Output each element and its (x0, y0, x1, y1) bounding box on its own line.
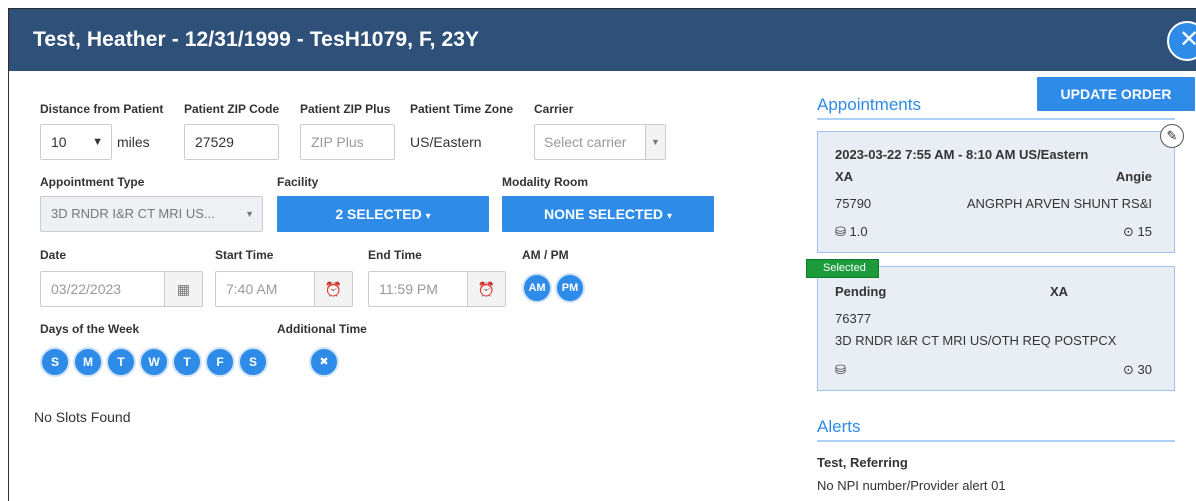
appointment-duration: ⊙ 30 (1123, 362, 1152, 378)
zip-label: Patient ZIP Code (184, 102, 280, 116)
distance-select[interactable]: 10 ▼ (40, 124, 112, 160)
distance-value: 10 (51, 134, 67, 150)
cubes-icon: ⛁ (835, 224, 846, 239)
facility-button-label: 2 SELECTED (335, 206, 422, 222)
start-time-input[interactable]: 7:40 AM ⏰ (215, 271, 353, 307)
appointment-modality: XA (1050, 284, 1069, 299)
end-time-input[interactable]: 11:59 PM ⏰ (368, 271, 506, 307)
no-slots-message: No Slots Found (34, 409, 131, 425)
appointment-type-select[interactable]: 3D RNDR I&R CT MRI US... ▼ (40, 196, 263, 232)
additional-time-clear-icon[interactable]: ✖ (309, 347, 339, 377)
appointment-type-label: Appointment Type (40, 175, 145, 189)
day-toggle-monday[interactable]: M (73, 347, 103, 377)
clock-icon: ⊙ (1123, 224, 1134, 239)
chevron-down-icon: ▼ (92, 136, 103, 148)
distance-unit: miles (117, 134, 150, 150)
caret-down-icon: ▾ (666, 211, 672, 222)
appointments-heading: Appointments (817, 95, 921, 114)
time-zone-value: US/Eastern (410, 134, 482, 150)
carrier-dropdown-icon: ▼ (645, 125, 665, 159)
modal-header: Test, Heather - 12/31/1999 - TesH1079, F… (9, 9, 1196, 71)
day-toggle-tuesday[interactable]: T (106, 347, 136, 377)
facility-multiselect-button[interactable]: 2 SELECTED ▾ (277, 196, 489, 232)
cubes-icon: ⛁ (835, 362, 846, 377)
appointment-provider: Angie (1115, 169, 1152, 184)
appointment-code: 75790 (835, 196, 872, 211)
day-toggle-wednesday[interactable]: W (139, 347, 169, 377)
alert-message: No NPI number/Provider alert 01 (817, 478, 1006, 493)
calendar-icon[interactable]: ▦ (164, 272, 202, 306)
modal-window: Test, Heather - 12/31/1999 - TesH1079, F… (8, 8, 1196, 501)
caret-down-icon: ▾ (425, 211, 431, 222)
distance-label: Distance from Patient (40, 102, 164, 116)
appointment-weight: ⛁ 1.0 (835, 224, 868, 240)
modality-room-multiselect-button[interactable]: NONE SELECTED ▾ (502, 196, 714, 232)
carrier-label: Carrier (534, 102, 574, 116)
zip-plus-input[interactable]: ZIP Plus (300, 124, 395, 160)
appointment-duration: ⊙ 15 (1123, 224, 1152, 240)
alarm-clock-icon[interactable]: ⏰ (314, 272, 352, 306)
appointment-code: 76377 (835, 311, 872, 326)
selected-badge: Selected (806, 259, 879, 278)
day-toggle-thursday[interactable]: T (172, 347, 202, 377)
modality-room-button-label: NONE SELECTED (544, 206, 664, 222)
zip-input[interactable]: 27529 (184, 124, 279, 160)
am-toggle[interactable]: AM (522, 273, 552, 303)
date-label: Date (40, 248, 67, 262)
facility-label: Facility (277, 175, 319, 189)
appointment-datetime: 2023-03-22 7:55 AM - 8:10 AM US/Eastern (835, 147, 1089, 162)
additional-time-label: Additional Time (277, 322, 367, 336)
pencil-icon[interactable]: ✎ (1160, 124, 1184, 148)
day-toggle-sunday[interactable]: S (40, 347, 70, 377)
zip-plus-label: Patient ZIP Plus (300, 102, 391, 116)
duration-value: 15 (1137, 224, 1152, 239)
alerts-divider (817, 440, 1175, 442)
time-zone-label: Patient Time Zone (410, 102, 514, 116)
weight-value: 1.0 (849, 224, 868, 239)
close-icon[interactable]: ✕ (1167, 21, 1196, 61)
carrier-placeholder: Select carrier (544, 134, 627, 150)
alerts-heading: Alerts (817, 417, 861, 436)
end-time-label: End Time (368, 248, 422, 262)
appointment-status: Pending (835, 284, 887, 299)
carrier-select[interactable]: Select carrier ▼ (534, 124, 666, 160)
start-time-label: Start Time (215, 248, 274, 262)
day-toggle-friday[interactable]: F (205, 347, 235, 377)
duration-value: 30 (1137, 362, 1152, 377)
appointment-modality: XA (835, 169, 854, 184)
clock-icon: ⊙ (1123, 362, 1134, 377)
modality-room-label: Modality Room (502, 175, 588, 189)
appointment-type-value: 3D RNDR I&R CT MRI US... (51, 206, 215, 221)
appointment-card[interactable]: Pending XA 76377 3D RNDR I&R CT MRI US/O… (817, 266, 1175, 391)
alert-name: Test, Referring (817, 455, 908, 470)
ampm-label: AM / PM (522, 248, 569, 262)
day-toggle-saturday[interactable]: S (238, 347, 268, 377)
end-time-value: 11:59 PM (379, 281, 438, 297)
appointments-divider (817, 118, 1175, 120)
update-order-button[interactable]: UPDATE ORDER (1037, 77, 1195, 111)
appointment-card[interactable]: 2023-03-22 7:55 AM - 8:10 AM US/Eastern … (817, 131, 1175, 253)
alarm-clock-icon[interactable]: ⏰ (467, 272, 505, 306)
pm-toggle[interactable]: PM (555, 273, 585, 303)
date-value: 03/22/2023 (51, 281, 122, 297)
chevron-down-icon: ▼ (245, 209, 254, 219)
appointment-description: 3D RNDR I&R CT MRI US/OTH REQ POSTPCX (835, 333, 1117, 348)
days-of-week-label: Days of the Week (40, 322, 140, 336)
appointment-description: ANGRPH ARVEN SHUNT RS&I (966, 196, 1152, 211)
date-input[interactable]: 03/22/2023 ▦ (40, 271, 203, 307)
start-time-value: 7:40 AM (226, 281, 278, 297)
patient-title: Test, Heather - 12/31/1999 - TesH1079, F… (33, 28, 480, 51)
